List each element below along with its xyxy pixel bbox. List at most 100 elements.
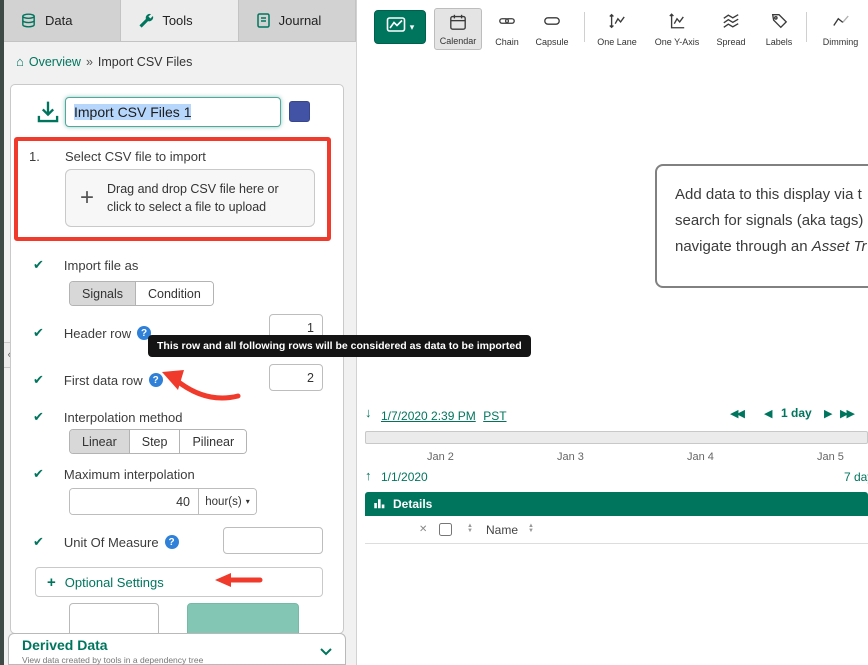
display-type-dropdown[interactable]: ▾ — [374, 10, 426, 44]
chevron-down-icon[interactable] — [319, 643, 333, 661]
step-size-button[interactable]: 1 day — [781, 406, 812, 420]
tool-name-value: Import CSV Files 1 — [74, 104, 191, 120]
max-interpolation-input[interactable] — [70, 489, 198, 514]
toolbar-item-label: One Lane — [597, 37, 637, 47]
tab-data[interactable]: Data — [4, 0, 121, 41]
uom-help-icon[interactable]: ? — [165, 535, 179, 549]
step-label: Select CSV file to import — [65, 149, 206, 164]
tab-label: Journal — [279, 13, 322, 28]
check-icon: ✔ — [33, 257, 44, 273]
uom-input[interactable] — [223, 527, 323, 554]
step-number: 1. — [29, 149, 40, 164]
sidebar-tabbar: Data Tools Journal — [4, 0, 356, 42]
spread-icon — [722, 12, 740, 30]
remove-column-icon[interactable]: ✕ — [419, 524, 427, 535]
database-icon — [20, 12, 37, 29]
tab-tools[interactable]: Tools — [121, 0, 238, 41]
step-back-fast-button[interactable]: ◀◀ — [730, 407, 743, 420]
help-line-1: Add data to this display via t — [675, 182, 868, 208]
derived-data-bar[interactable]: Derived Data View data created by tools … — [8, 633, 346, 665]
first-data-row-row: ✔ First data row ? — [33, 372, 163, 388]
capsule-icon — [543, 12, 561, 30]
axis-tick-label: Jan 2 — [427, 451, 454, 463]
toolbar-item-dimming[interactable]: Dimming — [813, 8, 868, 50]
max-interpolation-label: Maximum interpolation — [64, 467, 195, 482]
axis-tick-label: Jan 5 — [817, 451, 844, 463]
linear-option[interactable]: Linear — [70, 430, 130, 453]
help-line-3: navigate through an Asset Tr — [675, 234, 868, 260]
chain-icon — [498, 12, 516, 30]
breadcrumb-separator: » — [86, 55, 93, 69]
csv-dropzone[interactable]: + Drag and drop CSV file here or click t… — [65, 169, 315, 227]
condition-option[interactable]: Condition — [136, 282, 213, 305]
check-icon: ✔ — [33, 325, 44, 341]
toolbar-item-one-lane[interactable]: One Lane — [591, 8, 643, 50]
display-pane — [356, 0, 868, 665]
investigate-range-up-arrow-icon: ↑ — [365, 468, 372, 483]
header-row-row: ✔ Header row ? — [33, 325, 151, 341]
investigate-range-duration-link[interactable]: 7 day — [844, 470, 868, 484]
first-data-row-help-icon[interactable]: ? — [149, 373, 163, 387]
max-interpolation-group: hour(s) ▾ — [69, 488, 257, 515]
toolbar-item-label: Labels — [766, 37, 793, 47]
max-interpolation-unit-dropdown[interactable]: hour(s) ▾ — [198, 489, 256, 514]
breadcrumb: ⌂ Overview » Import CSV Files — [16, 54, 192, 69]
toolbar-item-label: Chain — [495, 37, 519, 47]
wrench-icon — [137, 12, 154, 29]
header-row-label: Header row — [64, 326, 131, 341]
toolbar-item-labels[interactable]: Labels — [757, 8, 801, 50]
sort-toggle-icon[interactable]: ▲▼ — [467, 524, 473, 534]
check-icon: ✔ — [33, 409, 44, 425]
step-option[interactable]: Step — [130, 430, 181, 453]
step-forward-button[interactable]: ▶ — [824, 407, 832, 420]
breadcrumb-current: Import CSV Files — [98, 55, 192, 69]
trend-chart-icon — [386, 16, 406, 39]
caret-down-icon: ▾ — [246, 497, 250, 506]
select-all-checkbox[interactable] — [439, 523, 452, 536]
uom-label: Unit Of Measure — [64, 535, 159, 550]
toolbar-item-one-y-axis[interactable]: One Y-Axis — [649, 8, 705, 50]
timezone-link[interactable]: PST — [483, 409, 506, 423]
optional-settings-expander[interactable]: + Optional Settings — [35, 567, 323, 597]
interpolation-label: Interpolation method — [64, 410, 183, 425]
toolbar-item-chain[interactable]: Chain — [487, 8, 527, 50]
derived-data-subtitle: View data created by tools in a dependen… — [22, 655, 203, 665]
first-data-row-input[interactable] — [269, 364, 323, 391]
color-swatch-button[interactable] — [289, 101, 310, 122]
signals-option[interactable]: Signals — [70, 282, 136, 305]
dimming-icon — [832, 12, 850, 30]
execute-button[interactable] — [187, 603, 299, 634]
toolbar-item-spread[interactable]: Spread — [709, 8, 753, 50]
calendar-icon — [449, 13, 467, 31]
interpolation-row: ✔ Interpolation method — [33, 409, 182, 425]
pilinear-option[interactable]: Pilinear — [180, 430, 246, 453]
toolbar-item-capsule[interactable]: Capsule — [529, 8, 575, 50]
toolbar-item-label: Dimming — [823, 37, 859, 47]
tab-journal[interactable]: Journal — [239, 0, 356, 41]
import-as-row: ✔ Import file as — [33, 257, 138, 273]
step-back-button[interactable]: ◀ — [764, 407, 772, 420]
plus-icon: + — [47, 574, 56, 591]
import-as-label: Import file as — [64, 258, 138, 273]
time-range-selector[interactable] — [365, 431, 868, 444]
toolbar-item-label: Calendar — [440, 36, 477, 46]
asset-tree-italic: Asset Tr — [812, 238, 867, 255]
cancel-button[interactable] — [69, 603, 159, 634]
investigate-range-start-link[interactable]: 1/1/2020 — [381, 470, 428, 484]
step-forward-fast-button[interactable]: ▶▶ — [840, 407, 853, 420]
name-column-header: Name — [486, 523, 518, 537]
details-panel-header: Details — [365, 492, 868, 516]
display-range-start-link[interactable]: 1/7/2020 2:39 PM PST — [381, 407, 507, 425]
details-title: Details — [393, 497, 432, 511]
toolbar-item-calendar[interactable]: Calendar — [434, 8, 482, 50]
tool-name-input[interactable]: Import CSV Files 1 — [65, 97, 281, 127]
display-range-down-arrow-icon: ↓ — [365, 405, 372, 420]
home-icon[interactable]: ⌂ — [16, 54, 24, 69]
caret-down-icon: ▾ — [410, 22, 415, 33]
dropzone-text: Drag and drop CSV file here or click to … — [107, 180, 292, 216]
bar-chart-icon — [373, 497, 386, 512]
unit-value: hour(s) — [205, 496, 241, 508]
one-y-axis-icon — [668, 12, 686, 30]
breadcrumb-overview-link[interactable]: Overview — [29, 55, 81, 69]
sort-toggle-icon[interactable]: ▲▼ — [528, 524, 534, 534]
